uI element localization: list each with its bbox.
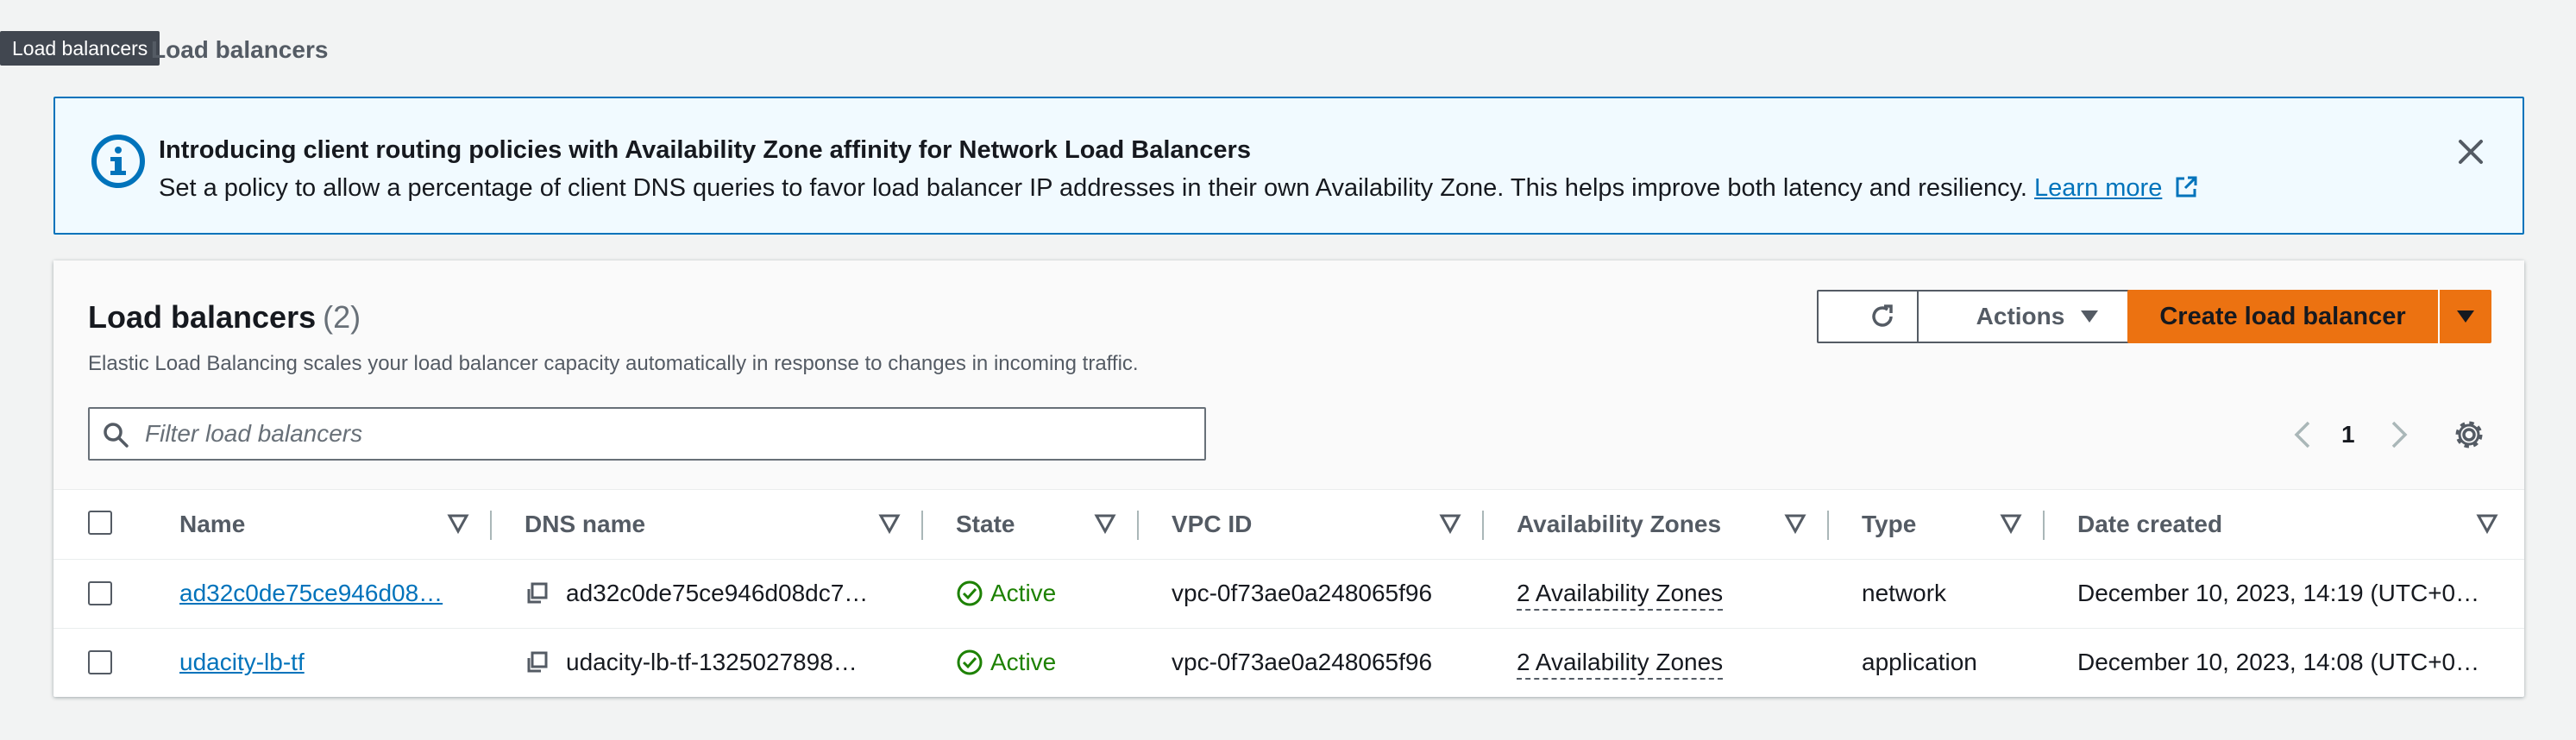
- actions-label: Actions: [1976, 303, 2065, 329]
- close-icon[interactable]: [2452, 133, 2490, 171]
- sort-icon[interactable]: [447, 512, 469, 535]
- chevron-left-icon[interactable]: [2288, 419, 2319, 450]
- vpc-id-value: vpc-0f73ae0a248065f96: [1172, 649, 1433, 675]
- tooltip: Load balancers: [0, 31, 160, 66]
- gear-icon[interactable]: [2452, 417, 2486, 452]
- status-check-icon: [957, 580, 983, 606]
- caret-down-icon: [2081, 310, 2099, 323]
- availability-zones-popover[interactable]: 2 Availability Zones: [1517, 647, 1724, 680]
- date-created-value: December 10, 2023, 14:19 (UTC+0…: [2077, 580, 2480, 606]
- column-header-name[interactable]: Name: [179, 490, 245, 559]
- column-divider[interactable]: [1482, 511, 1484, 540]
- panel-count: (2): [323, 299, 361, 335]
- column-divider[interactable]: [921, 511, 923, 540]
- status-active: Active: [990, 580, 1057, 606]
- column-header-date-created[interactable]: Date created: [2077, 490, 2222, 559]
- row-divider: [53, 559, 2524, 560]
- panel-title-text: Load balancers: [88, 299, 317, 335]
- load-balancers-panel: Load balancers (2) Elastic Load Balancing…: [53, 260, 2524, 697]
- refresh-icon: [1872, 304, 1893, 327]
- column-header-vpc-id[interactable]: VPC ID: [1172, 490, 1252, 559]
- column-divider[interactable]: [2043, 511, 2045, 540]
- availability-zones-popover[interactable]: 2 Availability Zones: [1517, 578, 1724, 611]
- row-checkbox[interactable]: [88, 650, 112, 674]
- vpc-id-value: vpc-0f73ae0a248065f96: [1172, 580, 1433, 606]
- copy-icon[interactable]: [525, 581, 549, 605]
- create-options-button[interactable]: [2440, 290, 2491, 343]
- create-load-balancer-button[interactable]: Create load balancer: [2127, 290, 2438, 343]
- load-balancer-name-link[interactable]: udacity-lb-tf: [179, 645, 305, 680]
- column-header-state[interactable]: State: [956, 490, 1015, 559]
- column-divider[interactable]: [490, 511, 492, 540]
- column-divider[interactable]: [1137, 511, 1139, 540]
- type-value: network: [1862, 580, 1947, 606]
- copy-icon[interactable]: [525, 650, 549, 674]
- dns-name-value: udacity-lb-tf-1325027898…: [566, 649, 858, 675]
- sort-icon[interactable]: [2476, 512, 2498, 535]
- page-title: Load balancers: [151, 36, 329, 63]
- chevron-right-icon[interactable]: [2383, 419, 2414, 450]
- panel-title: Load balancers (2): [88, 298, 361, 336]
- caret-down-icon: [2457, 310, 2474, 323]
- filter-box: [88, 407, 1206, 461]
- flash-body-text: Set a policy to allow a percentage of cl…: [159, 174, 2027, 202]
- row-divider: [53, 628, 2524, 629]
- sort-icon[interactable]: [2000, 512, 2022, 535]
- column-divider[interactable]: [1827, 511, 1829, 540]
- info-flashbar: Introducing client routing policies with…: [53, 97, 2524, 235]
- sort-icon[interactable]: [878, 512, 901, 535]
- dns-name-value: ad32c0de75ce946d08dc7…: [566, 580, 869, 606]
- select-all-checkbox[interactable]: [88, 511, 112, 535]
- status-active: Active: [990, 649, 1057, 675]
- page-number[interactable]: 1: [2341, 419, 2355, 450]
- load-balancer-name-link[interactable]: ad32c0de75ce946d08…: [179, 576, 443, 611]
- column-header-type[interactable]: Type: [1862, 490, 1916, 559]
- sort-icon[interactable]: [1094, 512, 1116, 535]
- sort-icon[interactable]: [1784, 512, 1806, 535]
- actions-button[interactable]: Actions: [1917, 290, 2158, 343]
- column-header-availability-zones[interactable]: Availability Zones: [1517, 490, 1721, 559]
- panel-description: Elastic Load Balancing scales your load …: [88, 352, 1139, 375]
- type-value: application: [1862, 649, 1977, 675]
- sort-icon[interactable]: [1439, 512, 1461, 535]
- column-header-dns-name[interactable]: DNS name: [525, 490, 645, 559]
- status-check-icon: [957, 649, 983, 675]
- date-created-value: December 10, 2023, 14:08 (UTC+0…: [2077, 649, 2480, 675]
- filter-input[interactable]: [145, 414, 1180, 454]
- flash-title: Introducing client routing policies with…: [159, 136, 1251, 164]
- info-icon: [91, 135, 145, 188]
- search-icon: [104, 423, 129, 448]
- external-link-icon[interactable]: [2174, 175, 2198, 199]
- learn-more-link[interactable]: Learn more: [2034, 174, 2162, 202]
- flash-body: Set a policy to allow a percentage of cl…: [159, 171, 2198, 205]
- row-checkbox[interactable]: [88, 581, 112, 605]
